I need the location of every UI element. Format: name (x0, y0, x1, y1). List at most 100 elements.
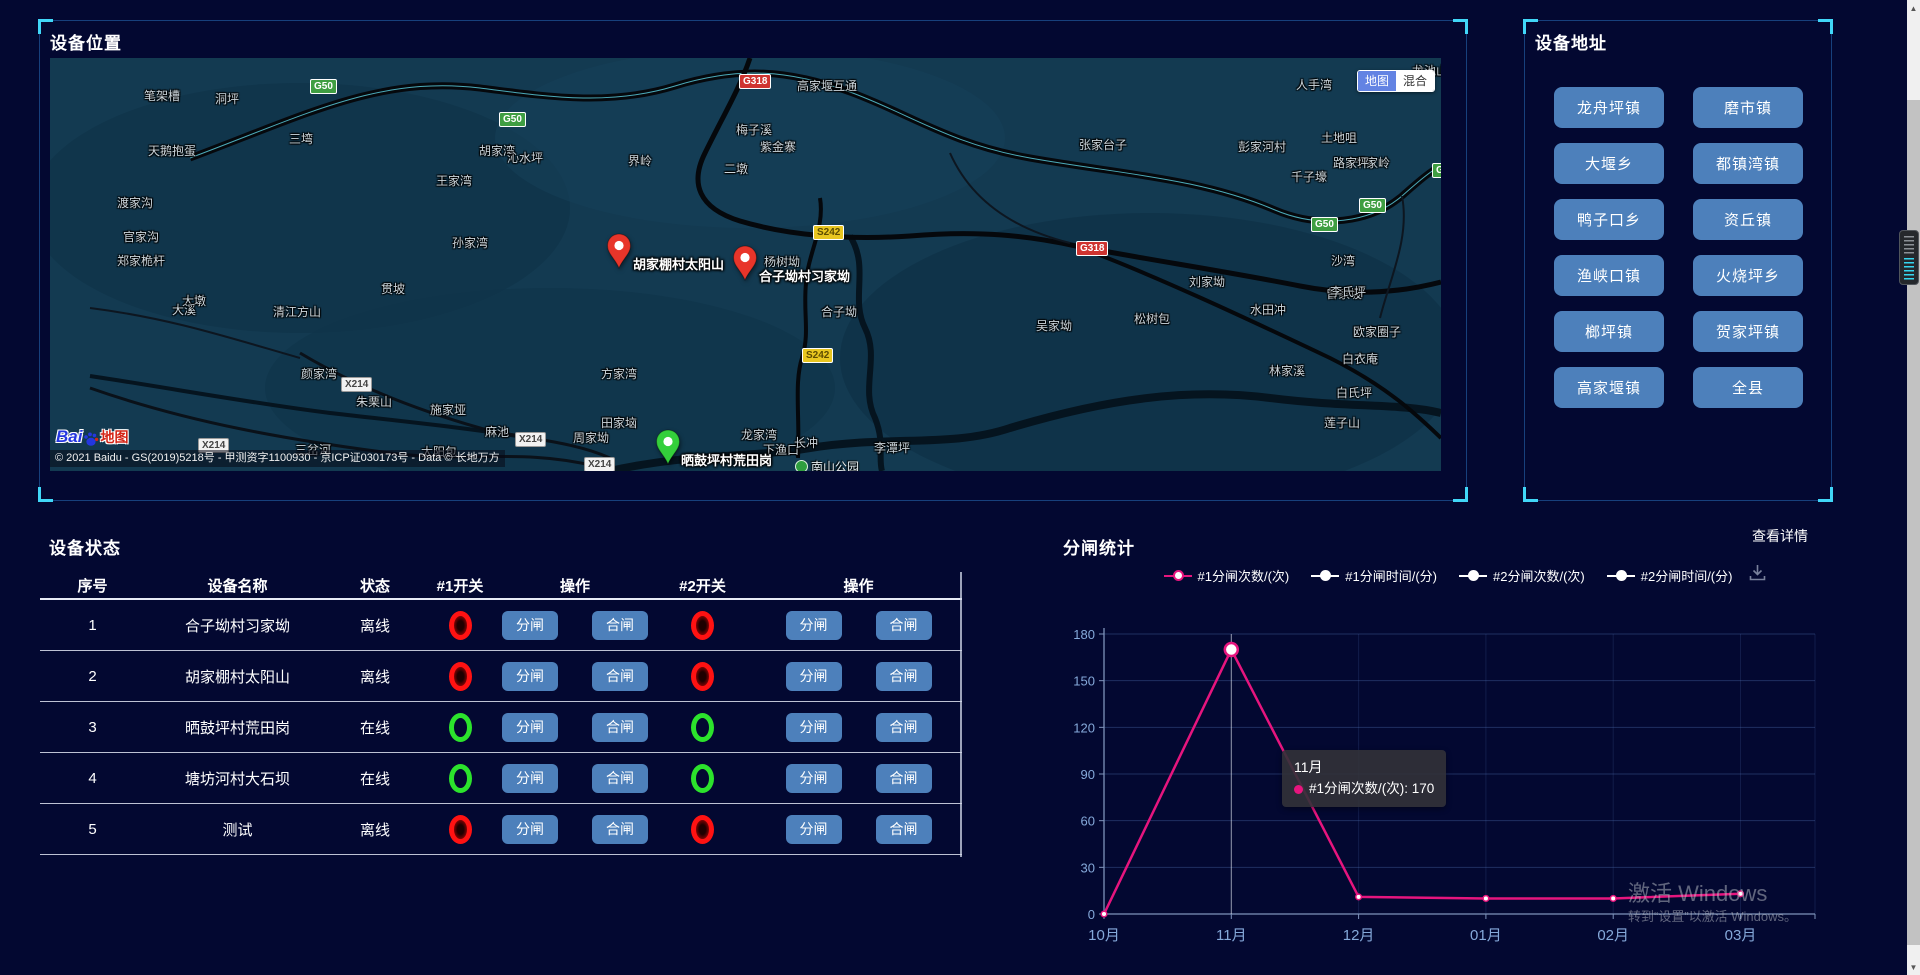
close-switch2-button[interactable]: 合闸 (876, 662, 932, 691)
map-place-label: 梅子溪 (736, 121, 772, 138)
open-switch1-button[interactable]: 分闸 (502, 713, 558, 742)
activate-windows-watermark: 激活 Windows (1628, 876, 1767, 908)
map-place-label: 郑家桅杆 (117, 252, 165, 269)
map-place-label: 高家堰互通 (797, 77, 857, 94)
address-button-3[interactable]: 大堰乡 (1554, 143, 1664, 184)
baidu-map-canvas[interactable]: 笔架槽洞坪天鹅抱蛋三塆胡家湾沁水坪王家湾界岭梅子溪紫金寨二墩高家堰互通张家台子彭… (50, 58, 1441, 471)
close-switch1-button[interactable]: 合闸 (592, 662, 648, 691)
scroll-up-arrow[interactable]: ▲ (1907, 0, 1920, 16)
open-switch1-button[interactable]: 分闸 (502, 662, 558, 691)
map-place-label: 水田冲 (1250, 301, 1286, 318)
switch2-status-light (691, 764, 714, 793)
map-marker-pin[interactable] (606, 233, 632, 269)
address-button-4[interactable]: 都镇湾镇 (1693, 143, 1803, 184)
open-switch1-button[interactable]: 分闸 (502, 611, 558, 640)
panel-corner (1453, 19, 1468, 34)
address-button-9[interactable]: 榔坪镇 (1554, 311, 1664, 352)
column-header: 状态 (330, 572, 420, 598)
legend-item[interactable]: #2分闸次数/(次) (1459, 566, 1585, 585)
switch1-status-light (449, 815, 472, 844)
road-badge-g50: G50 (499, 112, 526, 127)
column-header: #1开关 (420, 572, 500, 598)
tooltip-series-dot (1294, 785, 1303, 794)
switch1-status-light (449, 662, 472, 691)
address-button-6[interactable]: 资丘镇 (1693, 199, 1803, 240)
table-row: 5测试离线分闸合闸分闸合闸 (40, 804, 962, 855)
address-button-5[interactable]: 鸭子口乡 (1554, 199, 1664, 240)
legend-marker-icon (1164, 570, 1192, 581)
device-state: 在线 (360, 768, 390, 789)
legend-item[interactable]: #2分闸时间/(分) (1607, 566, 1733, 585)
address-button-10[interactable]: 贺家坪镇 (1693, 311, 1803, 352)
svg-text:150: 150 (1073, 674, 1095, 689)
scroll-indicator-widget (1899, 230, 1919, 285)
panel-corner (1818, 487, 1833, 502)
address-button-8[interactable]: 火烧坪乡 (1693, 255, 1803, 296)
row-index: 5 (88, 821, 96, 838)
map-place-label: 欧家圈子 (1353, 323, 1401, 340)
close-switch2-button[interactable]: 合闸 (876, 611, 932, 640)
legend-label: #2分闸时间/(分) (1641, 566, 1733, 585)
open-switch2-button[interactable]: 分闸 (786, 713, 842, 742)
map-place-label: 合子坳 (821, 303, 857, 320)
device-name: 晒鼓坪村荒田岗 (185, 717, 290, 738)
open-switch2-button[interactable]: 分闸 (786, 764, 842, 793)
open-switch1-button[interactable]: 分闸 (502, 815, 558, 844)
close-switch1-button[interactable]: 合闸 (592, 713, 648, 742)
close-switch1-button[interactable]: 合闸 (592, 611, 648, 640)
view-details-link[interactable]: 查看详情 (1752, 526, 1808, 546)
map-place-label: 松树包 (1134, 310, 1170, 327)
map-place-label: 二墩 (724, 160, 748, 177)
table-row: 2胡家棚村太阳山离线分闸合闸分闸合闸 (40, 651, 962, 702)
legend-label: #1分闸次数/(次) (1198, 566, 1290, 585)
open-switch1-button[interactable]: 分闸 (502, 764, 558, 793)
legend-item[interactable]: #1分闸次数/(次) (1164, 566, 1290, 585)
close-switch2-button[interactable]: 合闸 (876, 815, 932, 844)
map-place-label: 路家坪 (1333, 154, 1369, 171)
road-badge-g50: G50 (1432, 163, 1441, 178)
map-place-label: 张家台子 (1079, 136, 1127, 153)
open-switch2-button[interactable]: 分闸 (786, 611, 842, 640)
map-place-label: 官家沟 (123, 228, 159, 245)
device-location-panel: 设备位置 (39, 20, 1467, 501)
map-place-label: 颜家湾 (301, 365, 337, 382)
scroll-down-arrow[interactable]: ▼ (1907, 959, 1920, 975)
map-marker-label: 晒鼓坪村荒田岗 (681, 450, 772, 469)
road-badge-g50: G50 (1359, 198, 1386, 213)
address-button-11[interactable]: 高家堰镇 (1554, 367, 1664, 408)
close-switch2-button[interactable]: 合闸 (876, 713, 932, 742)
device-state: 在线 (360, 717, 390, 738)
map-marker-pin[interactable] (732, 245, 758, 281)
open-switch2-button[interactable]: 分闸 (786, 662, 842, 691)
map-type-hybrid[interactable]: 混合 (1396, 71, 1434, 91)
close-switch1-button[interactable]: 合闸 (592, 764, 648, 793)
map-place-label: 洞坪 (215, 90, 239, 107)
page-scrollbar-thumb[interactable] (1907, 100, 1920, 945)
address-button-2[interactable]: 磨市镇 (1693, 87, 1803, 128)
panel-corner (1818, 19, 1833, 34)
address-button-7[interactable]: 渔峡口镇 (1554, 255, 1664, 296)
baidu-logo-map-word: 地图 (100, 427, 128, 447)
close-switch1-button[interactable]: 合闸 (592, 815, 648, 844)
switch1-status-light (449, 611, 472, 640)
switch2-status-light (691, 662, 714, 691)
map-marker-pin[interactable] (655, 429, 681, 465)
close-switch2-button[interactable]: 合闸 (876, 764, 932, 793)
table-scrollbar[interactable] (960, 572, 962, 857)
open-switch2-button[interactable]: 分闸 (786, 815, 842, 844)
row-index: 2 (88, 668, 96, 685)
column-header: 操作 (755, 572, 962, 598)
panel-corner (1453, 487, 1468, 502)
legend-item[interactable]: #1分闸时间/(分) (1311, 566, 1437, 585)
address-button-12[interactable]: 全县 (1693, 367, 1803, 408)
map-type-map[interactable]: 地图 (1358, 71, 1396, 91)
legend-label: #1分闸时间/(分) (1345, 566, 1437, 585)
device-state: 离线 (360, 666, 390, 687)
device-name: 塘坊河村大石坝 (185, 768, 290, 789)
panel-corner (1523, 487, 1538, 502)
map-place-label: 三塆 (289, 130, 313, 147)
legend-label: #2分闸次数/(次) (1493, 566, 1585, 585)
map-place-label: 周家坳 (573, 429, 609, 446)
address-button-1[interactable]: 龙舟坪镇 (1554, 87, 1664, 128)
map-place-label: 笔架槽 (144, 87, 180, 104)
